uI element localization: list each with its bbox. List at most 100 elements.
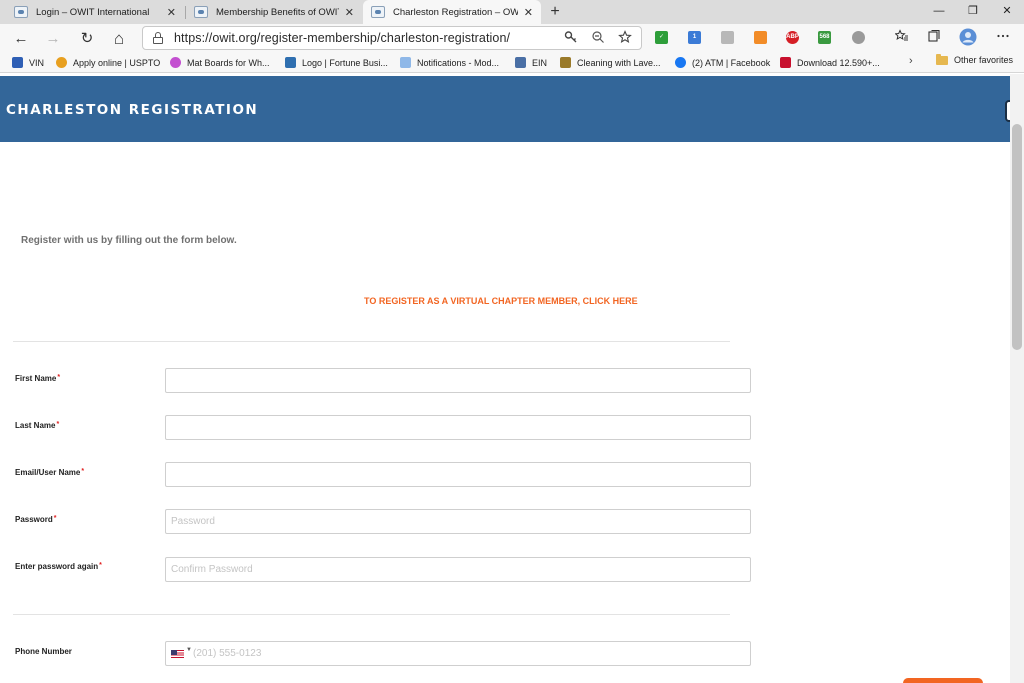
tab-title: Charleston Registration – OWIT I — [393, 6, 518, 18]
email-field[interactable] — [165, 462, 751, 487]
shield-extension-icon[interactable] — [852, 31, 865, 44]
key-icon[interactable] — [563, 30, 579, 46]
divider — [13, 614, 730, 615]
collections-icon[interactable] — [923, 28, 945, 50]
favorite-label: (2) ATM | Facebook — [692, 57, 771, 68]
refresh-button[interactable]: ↻ — [76, 28, 98, 50]
favorite-logo-fortune[interactable]: Logo | Fortune Busi... — [285, 55, 388, 70]
favorite-download[interactable]: Download 12.590+... — [780, 55, 880, 70]
favorite-label: Notifications - Mod... — [417, 57, 500, 68]
required-asterisk: * — [81, 468, 85, 475]
phone-label: Phone Number — [15, 647, 72, 656]
bookmark-icon — [560, 57, 571, 68]
confirm-password-field[interactable] — [165, 557, 751, 582]
favorite-label: Mat Boards for Wh... — [187, 57, 270, 68]
bookmark-icon — [400, 57, 411, 68]
other-favorites[interactable]: Other favorites — [936, 53, 1014, 65]
favorite-mat-boards[interactable]: Mat Boards for Wh... — [170, 55, 270, 70]
tab-title: Membership Benefits of OWIT – — [216, 6, 339, 18]
favorites-bar: VIN Apply online | USPTO Mat Boards for … — [0, 52, 1024, 73]
favorite-label: VIN — [29, 57, 45, 68]
virtual-chapter-link[interactable]: TO REGISTER AS A VIRTUAL CHAPTER MEMBER,… — [364, 296, 638, 306]
bookmark-icon — [12, 57, 23, 68]
owit-favicon-icon — [14, 6, 28, 18]
confirm-password-label: Enter password again* — [15, 562, 102, 571]
close-tab-icon[interactable]: ✕ — [524, 6, 533, 19]
favorite-label: EIN — [532, 57, 548, 68]
favorite-label: Cleaning with Lave... — [577, 57, 661, 68]
new-tab-button[interactable]: + — [545, 2, 565, 22]
minimize-button[interactable]: — — [922, 0, 956, 24]
page-title: CHARLESTON REGISTRATION — [6, 102, 259, 118]
tab-login[interactable]: Login – OWIT International ✕ — [6, 0, 184, 24]
close-tab-icon[interactable]: ✕ — [345, 6, 354, 19]
us-flag-icon[interactable] — [171, 650, 184, 658]
counter-extension-icon[interactable]: 568 — [818, 31, 831, 44]
favorite-ein[interactable]: EIN — [515, 55, 547, 70]
home-button[interactable]: ⌂ — [108, 28, 130, 50]
first-name-label: First Name* — [15, 374, 61, 383]
phone-input[interactable] — [193, 642, 743, 665]
address-url[interactable]: https://owit.org/register-membership/cha… — [174, 31, 510, 45]
adblock-extension-icon[interactable]: ABP — [786, 31, 799, 44]
page-content: CHARLESTON REGISTRATION Register with us… — [0, 74, 1010, 683]
email-label: Email/User Name* — [15, 468, 85, 477]
orange-action-button[interactable] — [903, 678, 983, 683]
tab-charleston-registration[interactable]: Charleston Registration – OWIT I ✕ — [363, 0, 541, 24]
close-tab-icon[interactable]: ✕ — [167, 6, 176, 19]
restore-button[interactable]: ❐ — [956, 0, 990, 24]
favorite-cleaning[interactable]: Cleaning with Lave... — [560, 55, 661, 70]
bookmark-icon — [56, 57, 67, 68]
owit-favicon-icon — [371, 6, 385, 18]
bookmark-icon — [515, 57, 526, 68]
facebook-icon — [675, 57, 686, 68]
gray-extension-icon[interactable] — [721, 31, 734, 44]
required-asterisk: * — [56, 421, 60, 428]
owit-favicon-icon — [194, 6, 208, 18]
favorite-notifications[interactable]: Notifications - Mod... — [400, 55, 499, 70]
intro-text: Register with us by filling out the form… — [21, 235, 237, 246]
bookmark-icon — [170, 57, 181, 68]
divider — [13, 341, 730, 342]
favorite-star-icon[interactable] — [617, 30, 633, 46]
country-dropdown-icon[interactable]: ▼ — [186, 647, 192, 653]
check-extension-icon[interactable]: ✓ — [655, 31, 668, 44]
password-field[interactable] — [165, 509, 751, 534]
favorite-uspto[interactable]: Apply online | USPTO — [56, 55, 160, 70]
folder-icon — [936, 53, 948, 65]
last-name-field[interactable] — [165, 415, 751, 440]
scrollbar-thumb[interactable] — [1012, 124, 1022, 350]
lock-icon[interactable] — [153, 32, 163, 44]
orange-extension-icon[interactable] — [754, 31, 767, 44]
more-menu-icon[interactable] — [992, 28, 1014, 50]
bookmark-icon — [780, 57, 791, 68]
favorite-vin[interactable]: VIN — [12, 55, 44, 70]
favorite-label: Logo | Fortune Busi... — [302, 57, 388, 68]
favorite-facebook[interactable]: (2) ATM | Facebook — [675, 55, 770, 70]
tab-membership-benefits[interactable]: Membership Benefits of OWIT – ✕ — [186, 0, 362, 24]
favorite-label: Download 12.590+... — [797, 57, 880, 68]
forward-button[interactable]: → — [42, 28, 64, 50]
other-favorites-label: Other favorites — [954, 55, 1014, 65]
password-label: Password* — [15, 515, 57, 524]
last-name-label: Last Name* — [15, 421, 60, 430]
close-window-button[interactable]: ✕ — [990, 0, 1024, 24]
required-asterisk: * — [99, 562, 102, 569]
required-asterisk: * — [57, 374, 61, 381]
bookmark-icon — [285, 57, 296, 68]
tab-title: Login – OWIT International — [36, 6, 150, 18]
chevron-right-icon[interactable]: › — [909, 55, 913, 67]
back-button[interactable]: ← — [10, 28, 32, 50]
required-asterisk: * — [53, 515, 57, 522]
page-banner: CHARLESTON REGISTRATION — [0, 76, 1010, 142]
browser-toolbar: ← → ↻ ⌂ https://owit.org/register-member… — [0, 24, 1024, 52]
zoom-icon[interactable] — [590, 30, 606, 46]
favorites-icon[interactable] — [891, 28, 913, 50]
favorite-label: Apply online | USPTO — [73, 57, 161, 68]
tab-strip: Login – OWIT International ✕ Membership … — [0, 0, 1024, 24]
first-name-field[interactable] — [165, 368, 751, 393]
notification-extension-icon[interactable]: 1 — [688, 31, 701, 44]
address-bar[interactable]: https://owit.org/register-membership/cha… — [142, 26, 642, 50]
profile-avatar-icon[interactable] — [957, 28, 979, 50]
phone-field[interactable]: ▼ — [165, 641, 751, 666]
